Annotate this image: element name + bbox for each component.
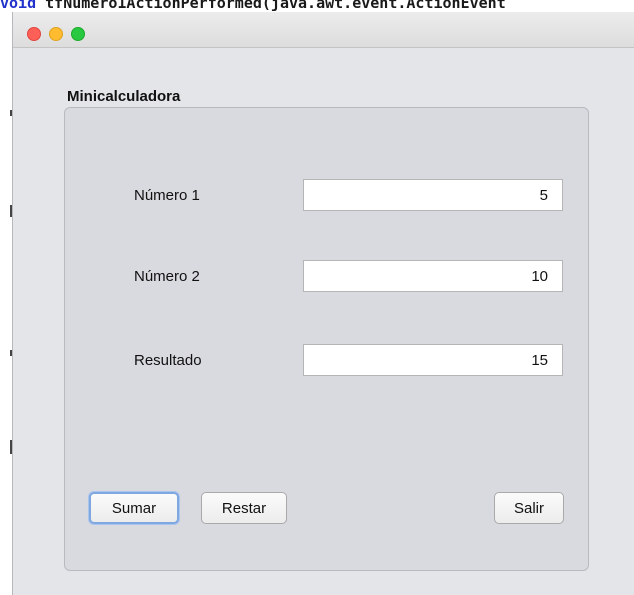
numero1-label: Número 1 — [134, 187, 200, 204]
restar-button[interactable]: Restar — [201, 492, 287, 524]
calculator-window: Minicalculadora Número 1 Número 2 Result… — [12, 12, 634, 595]
numero2-input[interactable] — [303, 260, 563, 292]
code-text: tfNumero1ActionPerformed(java.awt.event.… — [36, 0, 506, 12]
numero1-input[interactable] — [303, 179, 563, 211]
sumar-button[interactable]: Sumar — [89, 492, 179, 524]
panel-title: Minicalculadora — [67, 88, 181, 105]
window-content: Minicalculadora Número 1 Número 2 Result… — [13, 48, 634, 595]
maximize-window-button[interactable] — [71, 27, 85, 41]
resultado-input[interactable] — [303, 344, 563, 376]
title-bar — [13, 12, 634, 48]
salir-button[interactable]: Salir — [494, 492, 564, 524]
minimize-window-button[interactable] — [49, 27, 63, 41]
code-keyword: void — [0, 0, 37, 12]
close-window-button[interactable] — [27, 27, 41, 41]
resultado-label: Resultado — [134, 352, 202, 369]
numero2-label: Número 2 — [134, 268, 200, 285]
